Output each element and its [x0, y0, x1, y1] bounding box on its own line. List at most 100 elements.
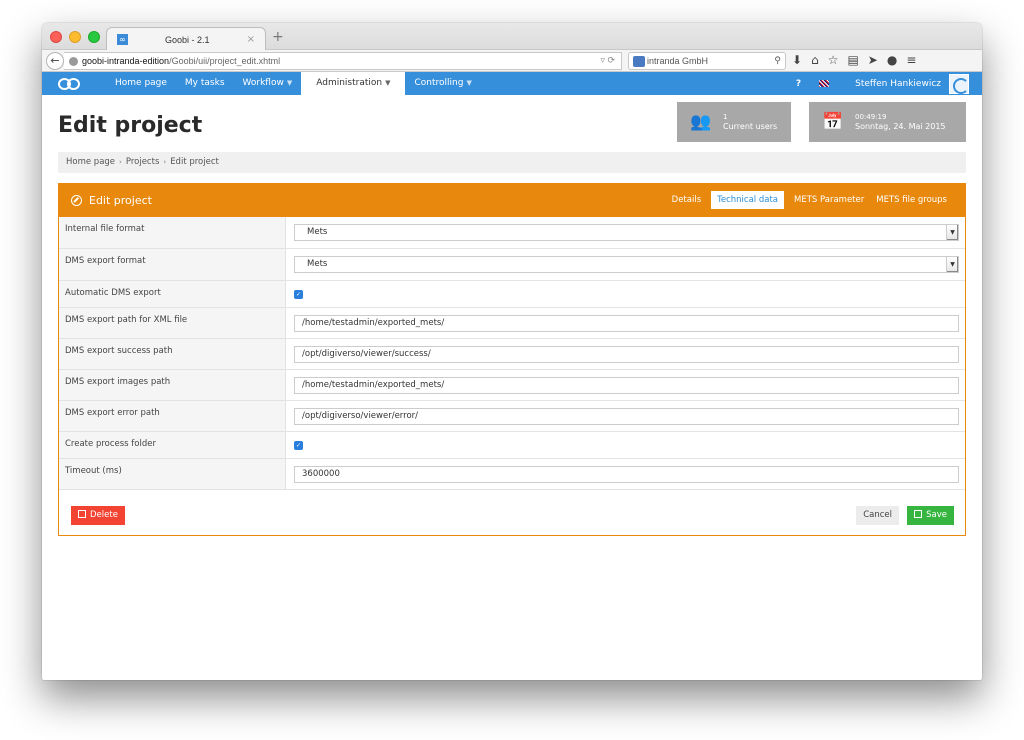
back-button[interactable]: ←: [46, 51, 64, 70]
user-avatar[interactable]: [949, 73, 969, 94]
browser-tab[interactable]: ∞ Goobi - 2.1 ×: [106, 27, 266, 51]
nav-home-page[interactable]: Home page: [106, 72, 176, 95]
select-value: Mets: [307, 227, 328, 237]
save-button[interactable]: Save: [907, 506, 954, 525]
nav-label: My tasks: [184, 78, 225, 88]
form-row-dms-export-success-path: DMS export success path /opt/digiverso/v…: [59, 339, 965, 370]
floppy-disk-icon: [78, 510, 86, 518]
window-controls: [50, 31, 100, 43]
reading-list-icon[interactable]: ▤: [847, 53, 858, 67]
nav-workflow[interactable]: Workflow ▼: [234, 72, 302, 95]
caret-down-icon: ▼: [385, 79, 391, 87]
reload-icon[interactable]: ▿ ⟳: [600, 55, 615, 66]
button-label: Save: [926, 510, 947, 520]
search-placeholder: intranda GmbH: [647, 56, 709, 66]
button-label: Cancel: [863, 510, 892, 520]
zoom-window-button[interactable]: [88, 31, 100, 43]
breadcrumb: Home page › Projects › Edit project: [58, 152, 966, 173]
dms-export-path-xml-input[interactable]: /home/testadmin/exported_mets/: [294, 314, 959, 332]
automatic-dms-export-checkbox[interactable]: ✓: [294, 290, 303, 299]
current-users-label: Current users: [723, 122, 778, 131]
field-label: DMS export images path: [59, 370, 286, 400]
field-label: DMS export success path: [59, 339, 286, 369]
field-label: Internal file format: [59, 217, 286, 248]
breadcrumb-projects[interactable]: Projects: [126, 157, 160, 167]
current-time: 00:49:19: [855, 113, 887, 121]
download-icon[interactable]: ⬇: [792, 53, 802, 67]
select-value: Mets: [307, 259, 328, 269]
panel-title: Edit project: [89, 193, 152, 207]
users-icon: 👥: [690, 112, 712, 132]
panel-tabs: Details Technical data METS Parameter ME…: [666, 191, 953, 209]
page-title: Edit project: [58, 113, 203, 138]
home-icon[interactable]: ⌂: [811, 53, 819, 67]
form-row-internal-file-format: Internal file format Mets ▼: [59, 217, 965, 249]
panel-header: Edit project Details Technical data METS…: [59, 183, 965, 217]
dropdown-arrow-icon[interactable]: ▼: [946, 257, 958, 272]
form-row-dms-export-path-xml: DMS export path for XML file /home/testa…: [59, 308, 965, 339]
panel-footer: Delete Cancel Save: [59, 495, 965, 535]
chat-icon[interactable]: ●: [887, 53, 897, 67]
nav-controlling[interactable]: Controlling ▼: [405, 72, 480, 95]
search-engine-icon[interactable]: [633, 55, 645, 67]
breadcrumb-current: Edit project: [170, 157, 219, 167]
field-label: DMS export path for XML file: [59, 308, 286, 338]
field-label: Create process folder: [59, 432, 286, 458]
floppy-disk-icon: [914, 510, 923, 518]
browser-search-input[interactable]: intranda GmbH ⚲: [628, 52, 786, 70]
url-bar[interactable]: goobi-intranda-edition/Goobi/uii/project…: [64, 52, 622, 70]
browser-tab-bar: ∞ Goobi - 2.1 × +: [42, 23, 982, 51]
bookmark-star-icon[interactable]: ☆: [828, 53, 839, 67]
form-row-dms-export-format: DMS export format Mets ▼: [59, 249, 965, 281]
field-label: DMS export error path: [59, 401, 286, 431]
send-icon[interactable]: ➤: [868, 53, 878, 67]
tab-mets-file-groups[interactable]: METS file groups: [870, 191, 953, 209]
tab-details[interactable]: Details: [666, 191, 707, 209]
dropdown-arrow-icon[interactable]: ▼: [946, 225, 958, 240]
app-navigation: Home page My tasks Workflow ▼ Administrat…: [42, 72, 982, 95]
tab-mets-parameter[interactable]: METS Parameter: [788, 191, 870, 209]
new-tab-button[interactable]: +: [272, 29, 284, 45]
dms-export-format-select[interactable]: Mets ▼: [294, 256, 959, 273]
dms-export-images-path-input[interactable]: /home/testadmin/exported_mets/: [294, 376, 959, 394]
tab-close-icon[interactable]: ×: [247, 34, 255, 45]
uk-flag-icon[interactable]: [819, 80, 830, 87]
ban-icon: [71, 194, 82, 206]
user-name[interactable]: Steffen Hankiewicz: [855, 79, 941, 89]
caret-down-icon: ▼: [286, 79, 293, 87]
current-date: Sonntag, 24. Mai 2015: [855, 122, 946, 131]
internal-file-format-select[interactable]: Mets ▼: [294, 224, 959, 241]
help-icon[interactable]: ?: [796, 79, 801, 89]
current-users-count: 1: [723, 113, 728, 121]
dms-export-error-path-input[interactable]: /opt/digiverso/viewer/error/: [294, 407, 959, 425]
button-label: Delete: [90, 510, 118, 520]
timeout-input[interactable]: 3600000: [294, 465, 959, 483]
form-row-dms-export-error-path: DMS export error path /opt/digiverso/vie…: [59, 401, 965, 432]
cancel-button[interactable]: Cancel: [856, 506, 899, 525]
dms-export-success-path-input[interactable]: /opt/digiverso/viewer/success/: [294, 345, 959, 363]
current-users-widget[interactable]: 👥 1 Current users: [677, 102, 791, 142]
browser-toolbar: ⬇ ⌂ ☆ ▤ ➤ ● ≡: [792, 53, 916, 67]
menu-icon[interactable]: ≡: [906, 53, 916, 67]
tab-title: Goobi - 2.1: [165, 34, 210, 45]
browser-nav-bar: ← goobi-intranda-edition/Goobi/uii/proje…: [42, 50, 982, 72]
goobi-favicon-icon: ∞: [117, 34, 128, 45]
close-window-button[interactable]: [50, 31, 62, 43]
calendar-icon: 📅: [822, 112, 844, 132]
breadcrumb-separator: ›: [119, 158, 122, 166]
create-process-folder-checkbox[interactable]: ✓: [294, 441, 303, 450]
caret-down-icon: ▼: [466, 79, 472, 87]
nav-label: Workflow: [242, 78, 284, 88]
search-icon[interactable]: ⚲: [774, 55, 781, 66]
minimize-window-button[interactable]: [69, 31, 81, 43]
delete-button[interactable]: Delete: [71, 506, 125, 525]
breadcrumb-separator: ›: [163, 158, 167, 166]
nav-administration[interactable]: Administration ▼: [301, 72, 406, 95]
url-host: goobi-intranda-edition: [82, 56, 170, 66]
breadcrumb-home[interactable]: Home page: [66, 157, 115, 167]
tab-technical-data[interactable]: Technical data: [711, 191, 785, 209]
nav-user-area: ? Steffen Hankiewicz: [796, 72, 982, 95]
goobi-logo-icon[interactable]: [58, 77, 80, 90]
nav-label: Home page: [115, 78, 167, 88]
nav-my-tasks[interactable]: My tasks: [176, 72, 234, 95]
